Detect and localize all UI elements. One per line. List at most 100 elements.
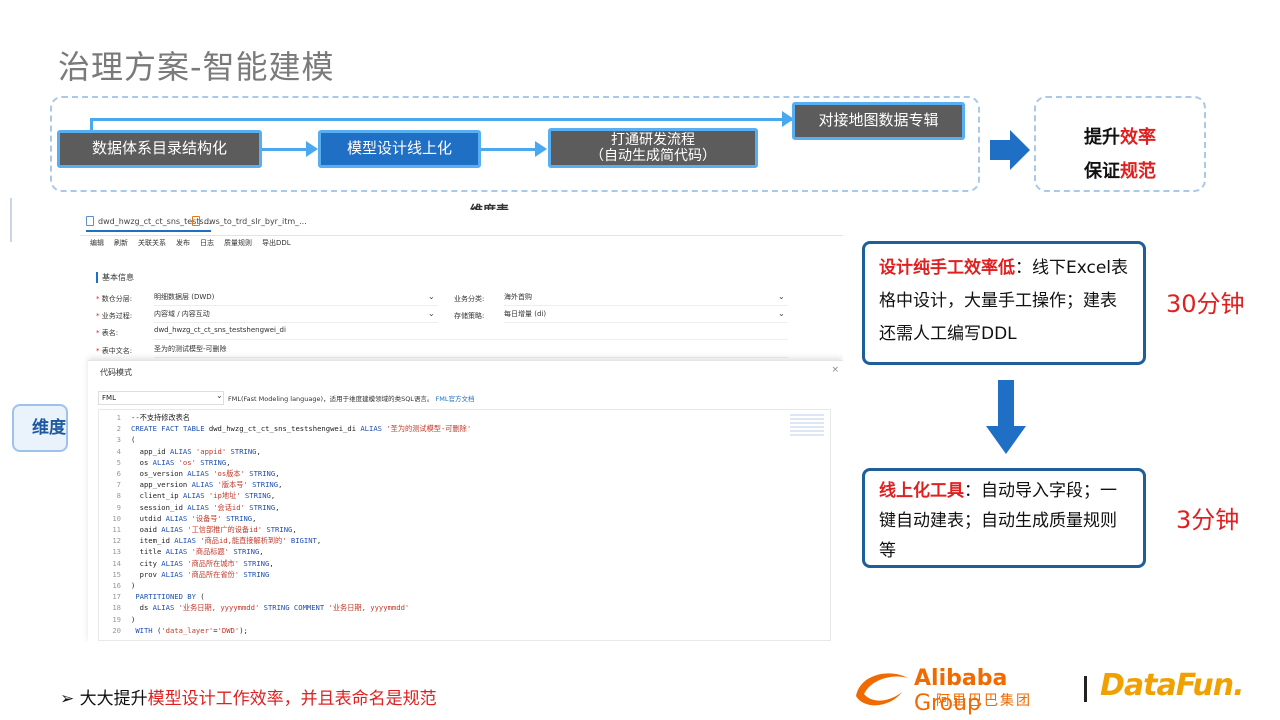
quality-rule-button[interactable]: 质量规则 [224,238,252,252]
flow-arrowhead-1 [306,141,318,157]
code-line[interactable]: 6 os_version ALIAS 'os版本' STRING, [99,468,280,479]
line-number: 9 [116,502,121,512]
relation-button[interactable]: 关联关系 [138,238,166,252]
tab-dws[interactable]: dws_to_trd_slr_byr_itm_... [192,216,307,226]
language-select[interactable]: FML [98,391,224,405]
note-online: 线上化工具：自动导入字段；一键自动建表；自动生成质量规则等 [862,468,1146,568]
line-number: 5 [116,457,121,467]
bullet-arrow-icon: ➢ [60,689,75,709]
code-line[interactable]: 5 os ALIAS 'os' STRING, [99,457,231,468]
code-line[interactable]: 2 CREATE FACT TABLE dwd_hwzg_ct_ct_sns_te… [99,423,472,434]
code-text: ) [131,614,136,624]
footer-bullet-text: ➢ 大大提升模型设计工作效率，并且表命名是规范 [60,684,437,709]
code-text: app_version ALIAS '版本号' STRING, [131,480,283,490]
layer-label-text: 数仓分层: [101,295,133,303]
line-number: 17 [112,592,121,602]
layer-label: * 数仓分层: [96,295,133,303]
fml-doc-link[interactable]: FML官方文档 [436,395,475,403]
language-description-text: FML(Fast Modeling language)，适用于维度建模领域的类S… [228,395,434,403]
code-line[interactable]: 11 oaid ALIAS '工信部推广的设备id' STRING, [99,524,297,535]
publish-button[interactable]: 发布 [176,238,190,252]
edit-button[interactable]: 编辑 [90,238,104,252]
sidebar-fragment: 维度 [12,404,68,452]
code-line[interactable]: 7 app_version ALIAS '版本号' STRING, [99,479,283,490]
biz-select[interactable]: 海外首购 [504,292,788,306]
code-line[interactable]: 18 ds ALIAS '业务日期, yyyymmdd' STRING COMM… [99,602,409,613]
export-ddl-button[interactable]: 导出DDL [262,238,291,252]
result-box: 提升效率 保证规范 [1034,96,1206,192]
line-number: 8 [116,491,121,501]
domain-select[interactable]: 内容域 / 内容互动 [154,309,438,323]
table-cn-label: * 表中文名: [96,347,133,355]
code-text: app_id ALIAS 'appid' STRING, [131,446,261,456]
code-line[interactable]: 10 utdid ALIAS '设备号' STRING, [99,513,256,524]
flow-line-2 [481,148,536,151]
code-text: utdid ALIAS '设备号' STRING, [131,513,257,523]
line-number: 4 [116,446,121,456]
table-name-label: * 表名: [96,329,119,337]
code-line[interactable]: 1 --不支持修改表名 [99,412,190,423]
table-cn-input[interactable]: 圣为的测试模型-可删除 [154,344,788,358]
flow-node-catalog: 数据体系目录结构化 [57,130,262,168]
left-edge-mark [10,198,12,242]
flow-node-map: 对接地图数据专辑 [792,102,965,140]
alibaba-name-bold: Alibaba [914,666,1008,691]
result-standard: 保证规范 [1036,157,1204,183]
note-manual: 设计纯手工效率低：线下Excel表格中设计，大量手工操作；建表还需人工编写DDL [862,241,1146,365]
code-line[interactable]: 3( [99,434,136,445]
close-icon[interactable]: × [831,365,839,375]
code-line[interactable]: 20 WITH ('data_layer'='DWD'); [99,625,248,636]
flow-node-devflow-line2: （自动生成简代码） [590,148,716,164]
result-standard-highlight: 规范 [1120,161,1156,182]
code-line[interactable]: 9 session_id ALIAS '会话id' STRING, [99,502,280,513]
table-name-label-text: 表名: [101,329,119,337]
log-button[interactable]: 日志 [200,238,214,252]
code-line[interactable]: 14 city ALIAS '商品所在城市' STRING, [99,558,274,569]
code-line[interactable]: 17 PARTITIONED BY ( [99,591,204,602]
layer-select[interactable]: 明细数据层 (DWD) [154,292,438,306]
line-number: 15 [112,569,121,579]
tab-bar: dwd_hwzg_ct_ct_sns_tests... dws_to_trd_s… [80,212,843,236]
right-arrow-icon [990,130,1030,170]
alibaba-group-logo: Alibaba Group 阿里巴巴集团 [850,664,1080,716]
alibaba-smile-icon [856,673,908,706]
code-text: city ALIAS '商品所在城市' STRING, [131,558,274,568]
line-number: 20 [112,625,121,635]
chevron-down-icon: ⌄ [216,391,223,400]
code-text: --不支持修改表名 [131,413,190,422]
code-line[interactable]: 4 app_id ALIAS 'appid' STRING, [99,446,261,457]
code-text: oaid ALIAS '工信部推广的设备id' STRING, [131,525,297,534]
code-text: ) [131,581,136,590]
line-number: 1 [116,413,121,422]
code-line[interactable]: 12 item_id ALIAS '商品id,能直接解析到的' BIGINT, [99,535,321,546]
table-name-input[interactable]: dwd_hwzg_ct_ct_sns_testshengwei_di [154,326,788,340]
code-line[interactable]: 8 client_ip ALIAS 'ip地址' STRING, [99,490,276,501]
line-number: 2 [116,424,121,434]
down-arrow-icon [986,380,1026,454]
chevron-down-icon: ⌄ [778,309,785,318]
code-line[interactable]: 16) [99,580,135,591]
logo-separator [1084,676,1087,702]
document-icon [192,216,200,226]
flow-arrowhead-2 [535,141,547,157]
code-line[interactable]: 15 prov ALIAS '商品所在省份' STRING [99,569,269,580]
code-editor[interactable]: 1 --不支持修改表名 2 CREATE FACT TABLE dwd_hwzg_ct… [98,409,831,641]
footer-prefix: 大大提升 [79,689,148,709]
refresh-button[interactable]: 刷新 [114,238,128,252]
code-minimap[interactable] [790,414,824,436]
code-line[interactable]: 13 title ALIAS '商品标题' STRING, [99,546,263,557]
modeling-tool-screenshot: dwd_hwzg_ct_ct_sns_tests... dws_to_trd_s… [68,210,843,642]
line-number: 18 [112,603,121,613]
footer-highlight: 模型设计工作效率，并且表命名是规范 [147,689,437,709]
toolbar: 编辑 刷新 关联关系 发布 日志 质量规则 导出DDL [90,238,291,252]
line-number: 13 [112,547,121,557]
code-line[interactable]: 19) [99,614,135,625]
result-efficiency: 提升效率 [1036,123,1204,149]
line-number: 6 [116,469,121,478]
code-text: WITH ('data_layer'='DWD'); [135,625,248,635]
biz-label: 业务分类: [454,295,485,303]
store-select[interactable]: 每日增量 (di) [504,309,788,323]
info-section-title: 基本信息 [96,272,134,283]
result-efficiency-prefix: 提升 [1084,127,1120,148]
language-description: FML(Fast Modeling language)，适用于维度建模领域的类S… [228,393,474,403]
